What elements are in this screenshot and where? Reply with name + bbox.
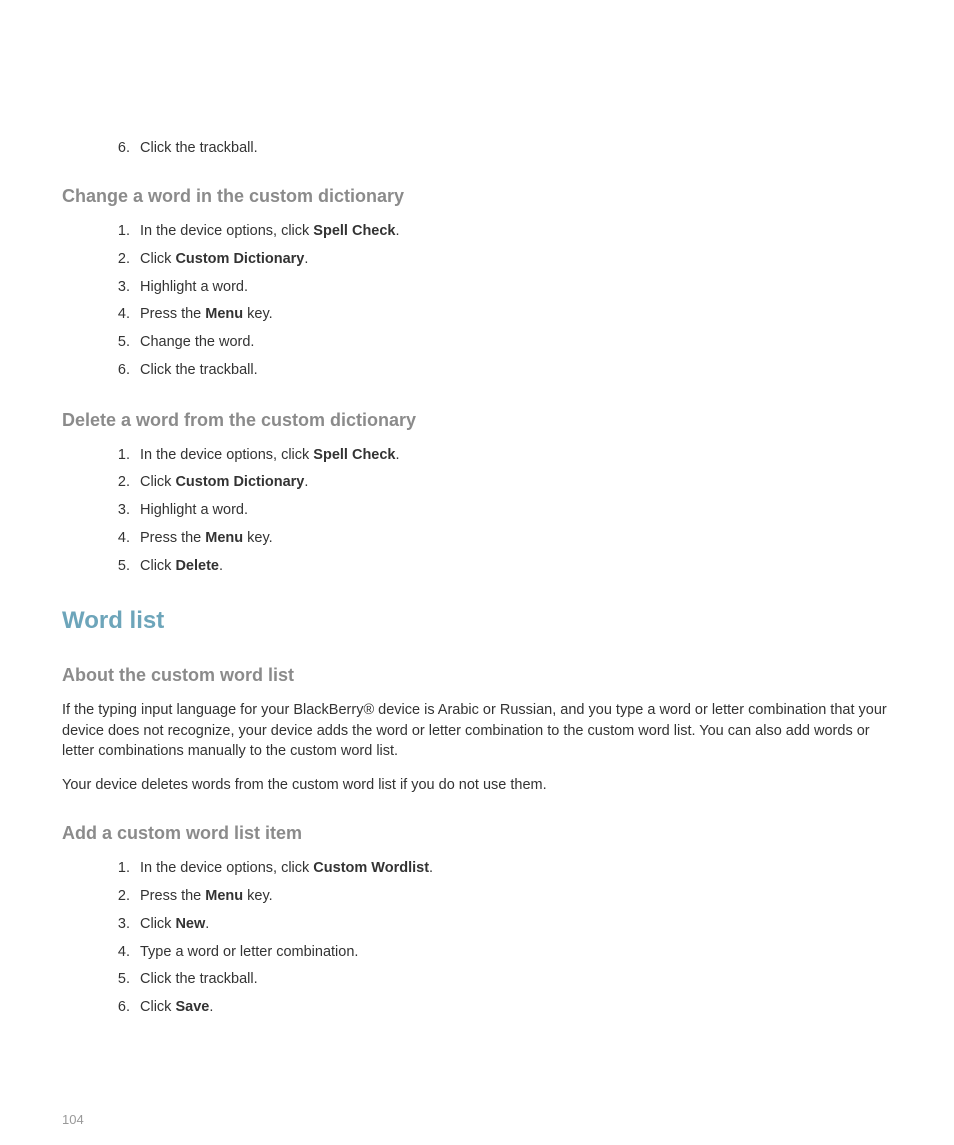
step-item: 5. Click Delete. (108, 556, 892, 578)
step-number: 2. (108, 472, 130, 494)
step-text: Click Custom Dictionary. (140, 472, 308, 494)
step-text: Click Delete. (140, 556, 223, 578)
section-change-word: Change a word in the custom dictionary 1… (62, 186, 892, 382)
step-number: 5. (108, 969, 130, 991)
step-text: In the device options, click Spell Check… (140, 221, 400, 243)
section-about-wordlist: About the custom word list If the typing… (62, 665, 892, 795)
step-number: 2. (108, 249, 130, 271)
bold-text: Spell Check (313, 223, 395, 239)
step-item: 6. Click the trackball. (108, 360, 892, 382)
step-item: 2. Click Custom Dictionary. (108, 249, 892, 271)
step-number: 2. (108, 886, 130, 908)
step-number: 1. (108, 858, 130, 880)
step-text: Type a word or letter combination. (140, 942, 358, 964)
bold-text: Delete (175, 558, 219, 574)
step-number: 4. (108, 304, 130, 326)
paragraph: If the typing input language for your Bl… (62, 700, 892, 761)
bold-text: Custom Dictionary (175, 474, 304, 490)
step-text: Click the trackball. (140, 140, 258, 156)
step-item: 3. Highlight a word. (108, 277, 892, 299)
step-text: Press the Menu key. (140, 886, 273, 908)
step-item: 1. In the device options, click Spell Che… (108, 445, 892, 467)
section-heading: Change a word in the custom dictionary (62, 186, 892, 207)
bold-text: Menu (205, 530, 243, 546)
step-number: 5. (108, 332, 130, 354)
section-add-item: Add a custom word list item 1. In the dev… (62, 823, 892, 1019)
step-number: 1. (108, 445, 130, 467)
section-delete-word: Delete a word from the custom dictionary… (62, 410, 892, 578)
main-heading: Word list (62, 607, 892, 635)
steps-list: 1. In the device options, click Spell Che… (108, 221, 892, 382)
step-number: 5. (108, 556, 130, 578)
bold-text: Save (175, 999, 209, 1015)
step-item: 2. Click Custom Dictionary. (108, 472, 892, 494)
step-text: Click Save. (140, 997, 213, 1019)
step-number: 4. (108, 528, 130, 550)
step-number: 6. (108, 997, 130, 1019)
continued-step: 6. Click the trackball. (108, 140, 892, 156)
step-text: In the device options, click Custom Word… (140, 858, 433, 880)
step-text: Click Custom Dictionary. (140, 249, 308, 271)
page-number: 104 (62, 1112, 84, 1127)
bold-text: Menu (205, 888, 243, 904)
step-item: 1. In the device options, click Spell Che… (108, 221, 892, 243)
step-text: Press the Menu key. (140, 304, 273, 326)
step-number: 4. (108, 942, 130, 964)
step-number: 6. (108, 360, 130, 382)
section-heading: Add a custom word list item (62, 823, 892, 844)
step-number: 3. (108, 277, 130, 299)
step-text: Click the trackball. (140, 360, 258, 382)
step-text: Click the trackball. (140, 969, 258, 991)
step-item: 4. Press the Menu key. (108, 528, 892, 550)
step-item: 6. Click Save. (108, 997, 892, 1019)
section-heading: About the custom word list (62, 665, 892, 686)
step-text: Click New. (140, 914, 209, 936)
step-text: Highlight a word. (140, 277, 248, 299)
step-text: Change the word. (140, 332, 254, 354)
step-number: 3. (108, 500, 130, 522)
paragraph: Your device deletes words from the custo… (62, 775, 892, 795)
step-item: 4. Press the Menu key. (108, 304, 892, 326)
step-item: 3. Highlight a word. (108, 500, 892, 522)
step-item: 4. Type a word or letter combination. (108, 942, 892, 964)
section-heading: Delete a word from the custom dictionary (62, 410, 892, 431)
bold-text: New (175, 916, 205, 932)
step-text: Highlight a word. (140, 500, 248, 522)
step-text: In the device options, click Spell Check… (140, 445, 400, 467)
steps-list: 1. In the device options, click Spell Che… (108, 445, 892, 578)
steps-list: 1. In the device options, click Custom Wo… (108, 858, 892, 1019)
step-text: Press the Menu key. (140, 528, 273, 550)
bold-text: Spell Check (313, 447, 395, 463)
step-number: 6. (108, 140, 130, 156)
step-number: 3. (108, 914, 130, 936)
step-item: 5. Click the trackball. (108, 969, 892, 991)
step-item: 2. Press the Menu key. (108, 886, 892, 908)
bold-text: Menu (205, 306, 243, 322)
step-item: 5. Change the word. (108, 332, 892, 354)
bold-text: Custom Wordlist (313, 860, 429, 876)
bold-text: Custom Dictionary (175, 251, 304, 267)
step-item: 1. In the device options, click Custom Wo… (108, 858, 892, 880)
step-item: 3. Click New. (108, 914, 892, 936)
step-number: 1. (108, 221, 130, 243)
